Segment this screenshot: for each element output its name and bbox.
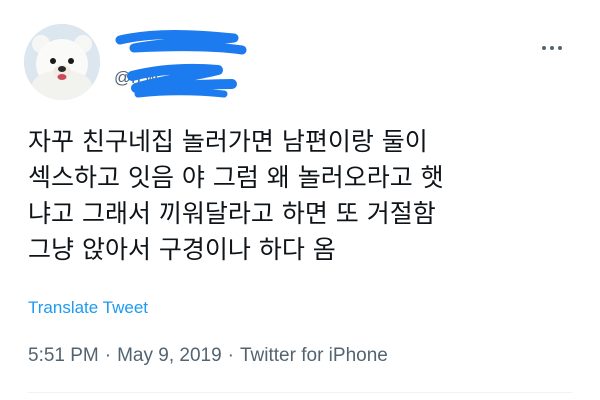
tweet-text: 자꾸 친구네집 놀러가면 남편이랑 둘이 섹스하고 잇음 야 그럼 왜 놀러오라… [28, 124, 588, 268]
tweet-card: @n w 자꾸 친구네집 놀러가면 남편이랑 둘이 섹스하고 잇음 야 그럼 왜… [0, 0, 600, 400]
translate-tweet-link[interactable]: Translate Tweet [28, 298, 148, 318]
tweet-source[interactable]: Twitter for iPhone [240, 345, 388, 366]
tweet-text-line: 자꾸 친구네집 놀러가면 남편이랑 둘이 [28, 127, 428, 156]
author-info[interactable]: @n w [114, 28, 314, 108]
more-options-icon-dot [550, 46, 554, 50]
tweet-time[interactable]: 5:51 PM [28, 345, 99, 366]
tweet-date[interactable]: May 9, 2019 [117, 345, 222, 366]
meta-separator: · [104, 345, 112, 366]
meta-separator: · [227, 345, 234, 366]
redaction-scribble [115, 30, 247, 98]
avatar[interactable] [24, 24, 100, 100]
white-bear-avatar-icon [24, 24, 100, 100]
tweet-text-line: 그냥 앉아서 구경이나 하다 옴 [28, 235, 336, 264]
more-options-button[interactable] [534, 38, 570, 58]
divider [28, 392, 572, 393]
tweet-text-line: 섹스하고 잇음 야 그럼 왜 놀러오라고 햇 [28, 163, 444, 192]
tweet-meta: 5:51 PM · May 9, 2019 · Twitter for iPhone [28, 345, 388, 367]
more-options-icon [542, 46, 546, 50]
tweet-text-line: 냐고 그래서 끼워달라고 하면 또 거절함 [28, 199, 436, 228]
more-options-icon-dot [558, 46, 562, 50]
